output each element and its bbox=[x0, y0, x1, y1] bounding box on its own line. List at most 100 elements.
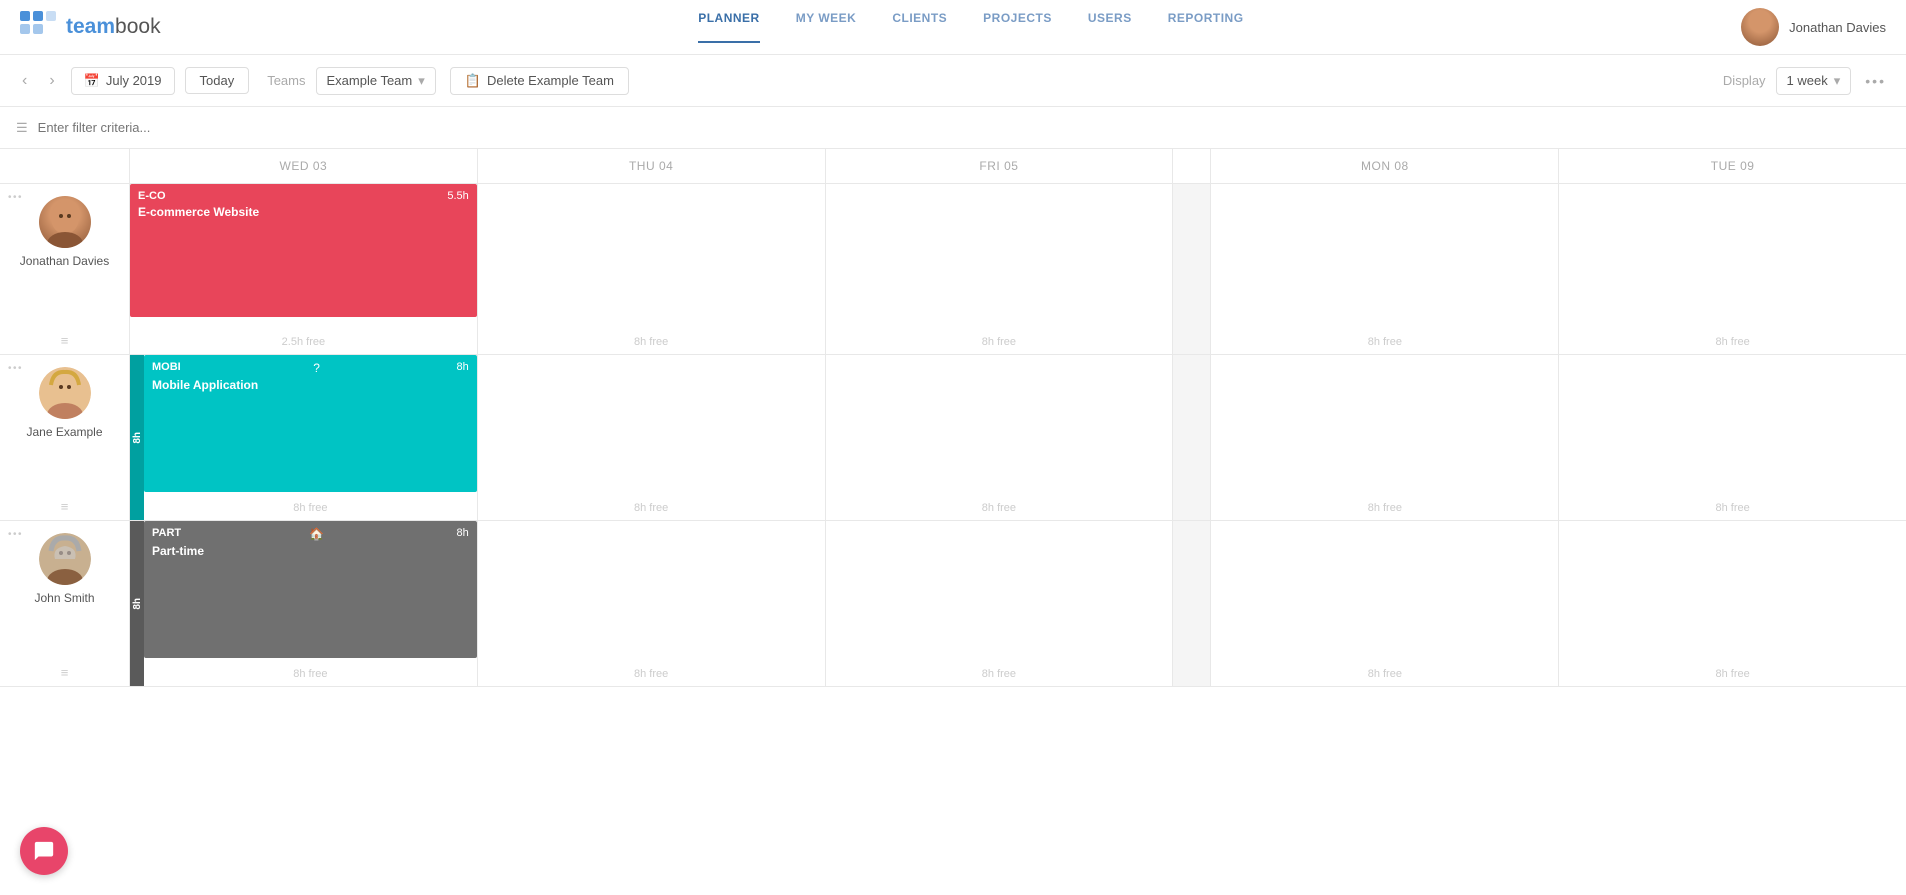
row-sidebar-jonathan: ••• Jonathan Davies ≡ bbox=[0, 184, 130, 354]
day-cell-jane-mon[interactable]: 8h free bbox=[1211, 355, 1559, 520]
event-code-part: PART bbox=[152, 527, 181, 539]
row-menu-icon-john[interactable]: ≡ bbox=[61, 665, 69, 680]
teams-label: Teams bbox=[267, 73, 305, 88]
day-cell-jane-thu[interactable]: 8h free bbox=[478, 355, 826, 520]
event-name: E-commerce Website bbox=[138, 205, 469, 219]
display-value: 1 week bbox=[1787, 73, 1828, 88]
day-cell-jonathan-wed[interactable]: E-CO 5.5h E-commerce Website 2.5h free bbox=[130, 184, 478, 354]
left-bar-jane: 8h bbox=[130, 355, 144, 520]
day-cell-john-tue[interactable]: 8h free bbox=[1559, 521, 1906, 686]
display-label: Display bbox=[1723, 73, 1766, 88]
nav-link-clients[interactable]: CLIENTS bbox=[892, 11, 947, 43]
event-name-mobi: Mobile Application bbox=[152, 378, 469, 392]
copy-icon: 📋 bbox=[465, 73, 481, 89]
header-spacer bbox=[0, 149, 130, 183]
user-profile[interactable]: Jonathan Davies bbox=[1741, 8, 1886, 46]
top-nav: teambook PLANNER MY WEEK CLIENTS PROJECT… bbox=[0, 0, 1906, 55]
avatar-jonathan bbox=[39, 196, 91, 248]
row-menu-icon[interactable]: ≡ bbox=[61, 333, 69, 348]
row-options-icon[interactable]: ••• bbox=[8, 192, 23, 203]
free-time-john-fri: 8h free bbox=[826, 668, 1173, 680]
date-picker-button[interactable]: 📅 July 2019 bbox=[71, 67, 175, 95]
free-time-john-thu: 8h free bbox=[478, 668, 825, 680]
date-label: July 2019 bbox=[106, 73, 162, 88]
teams-chevron-icon: ▾ bbox=[418, 73, 425, 89]
free-time-jonathan-thu: 8h free bbox=[478, 336, 825, 348]
nav-link-my-week[interactable]: MY WEEK bbox=[796, 11, 857, 43]
day-cell-jonathan-gap bbox=[1173, 184, 1211, 354]
row-name-john: John Smith bbox=[34, 591, 94, 605]
filter-input[interactable] bbox=[38, 120, 1890, 135]
day-cells-john: 8h PART 🏠 8h Part-time 8h free bbox=[130, 521, 1906, 686]
event-mobile-app[interactable]: MOBI ? 8h Mobile Application bbox=[144, 355, 477, 492]
day-cell-jane-fri[interactable]: 8h free bbox=[826, 355, 1174, 520]
event-parttime[interactable]: PART 🏠 8h Part-time bbox=[144, 521, 477, 658]
header-day-tue: TUE 09 bbox=[1559, 149, 1906, 183]
day-cell-jonathan-thu[interactable]: 8h free bbox=[478, 184, 826, 354]
event-icon-part: 🏠 bbox=[309, 527, 324, 541]
row-options-icon-john[interactable]: ••• bbox=[8, 529, 23, 540]
day-cell-john-wed[interactable]: 8h PART 🏠 8h Part-time 8h free bbox=[130, 521, 478, 686]
toolbar: ‹ › 📅 July 2019 Today Teams Example Team… bbox=[0, 55, 1906, 107]
header-day-gap bbox=[1173, 149, 1211, 183]
today-button[interactable]: Today bbox=[185, 67, 250, 94]
event-ecommerce[interactable]: E-CO 5.5h E-commerce Website bbox=[130, 184, 477, 317]
nav-links: PLANNER MY WEEK CLIENTS PROJECTS USERS R… bbox=[201, 11, 1742, 43]
day-cell-jane-tue[interactable]: 8h free bbox=[1559, 355, 1906, 520]
display-chevron-icon: ▾ bbox=[1834, 73, 1841, 89]
logo-text: teambook bbox=[66, 15, 161, 39]
prev-button[interactable]: ‹ bbox=[16, 72, 33, 90]
day-cells-jonathan: E-CO 5.5h E-commerce Website 2.5h free 8… bbox=[130, 184, 1906, 354]
delete-team-button[interactable]: 📋 Delete Example Team bbox=[450, 67, 629, 95]
chat-button[interactable] bbox=[20, 827, 68, 875]
row-name-jane: Jane Example bbox=[26, 425, 102, 439]
event-name-part: Part-time bbox=[152, 544, 469, 558]
delete-label: Delete Example Team bbox=[487, 73, 614, 88]
row-name-jonathan: Jonathan Davies bbox=[20, 254, 109, 268]
user-name: Jonathan Davies bbox=[1789, 20, 1886, 35]
calendar-icon: 📅 bbox=[84, 73, 100, 89]
free-time-jane-mon: 8h free bbox=[1211, 502, 1558, 514]
day-cell-jonathan-tue[interactable]: 8h free bbox=[1559, 184, 1906, 354]
nav-link-planner[interactable]: PLANNER bbox=[698, 11, 760, 43]
day-cell-john-fri[interactable]: 8h free bbox=[826, 521, 1174, 686]
day-cell-jane-wed[interactable]: 8h MOBI ? 8h Mobile Application 8h free bbox=[130, 355, 478, 520]
chat-icon bbox=[33, 840, 55, 862]
table-row: ••• Jane Example ≡ bbox=[0, 355, 1906, 521]
nav-link-reporting[interactable]: REPORTING bbox=[1168, 11, 1244, 43]
day-cell-john-thu[interactable]: 8h free bbox=[478, 521, 826, 686]
avatar-john bbox=[39, 533, 91, 585]
day-cell-jonathan-mon[interactable]: 8h free bbox=[1211, 184, 1559, 354]
free-time-john-mon: 8h free bbox=[1211, 668, 1558, 680]
row-menu-icon-jane[interactable]: ≡ bbox=[61, 499, 69, 514]
row-sidebar-john: ••• John Smith ≡ bbox=[0, 521, 130, 686]
table-row: ••• John Smith ≡ bbox=[0, 521, 1906, 687]
day-cell-jane-gap bbox=[1173, 355, 1211, 520]
free-time-jane-wed: 8h free bbox=[144, 502, 477, 514]
avatar-jane bbox=[39, 367, 91, 419]
more-options-button[interactable]: ••• bbox=[1861, 73, 1890, 89]
event-code-mobi: MOBI bbox=[152, 361, 181, 373]
header-day-mon: MON 08 bbox=[1211, 149, 1559, 183]
header-day-thu: THU 04 bbox=[478, 149, 826, 183]
day-cell-jonathan-fri[interactable]: 8h free bbox=[826, 184, 1174, 354]
event-code: E-CO bbox=[138, 190, 166, 202]
planner-grid: WED 03 THU 04 FRI 05 MON 08 TUE 09 ••• bbox=[0, 149, 1906, 895]
nav-link-projects[interactable]: PROJECTS bbox=[983, 11, 1052, 43]
logo[interactable]: teambook bbox=[20, 11, 161, 43]
day-cell-john-mon[interactable]: 8h free bbox=[1211, 521, 1559, 686]
next-button[interactable]: › bbox=[43, 72, 60, 90]
free-time-jane-thu: 8h free bbox=[478, 502, 825, 514]
free-time-jane-tue: 8h free bbox=[1559, 502, 1906, 514]
left-bar-john: 8h bbox=[130, 521, 144, 686]
row-options-icon-jane[interactable]: ••• bbox=[8, 363, 23, 374]
event-hours: 5.5h bbox=[447, 190, 468, 202]
nav-link-users[interactable]: USERS bbox=[1088, 11, 1132, 43]
teams-select-button[interactable]: Example Team ▾ bbox=[316, 67, 436, 95]
display-select-button[interactable]: 1 week ▾ bbox=[1776, 67, 1852, 95]
user-avatar bbox=[1741, 8, 1779, 46]
grid-header: WED 03 THU 04 FRI 05 MON 08 TUE 09 bbox=[0, 149, 1906, 184]
event-icon-mobi: ? bbox=[313, 361, 320, 375]
free-time-jonathan-mon: 8h free bbox=[1211, 336, 1558, 348]
free-time-john-tue: 8h free bbox=[1559, 668, 1906, 680]
